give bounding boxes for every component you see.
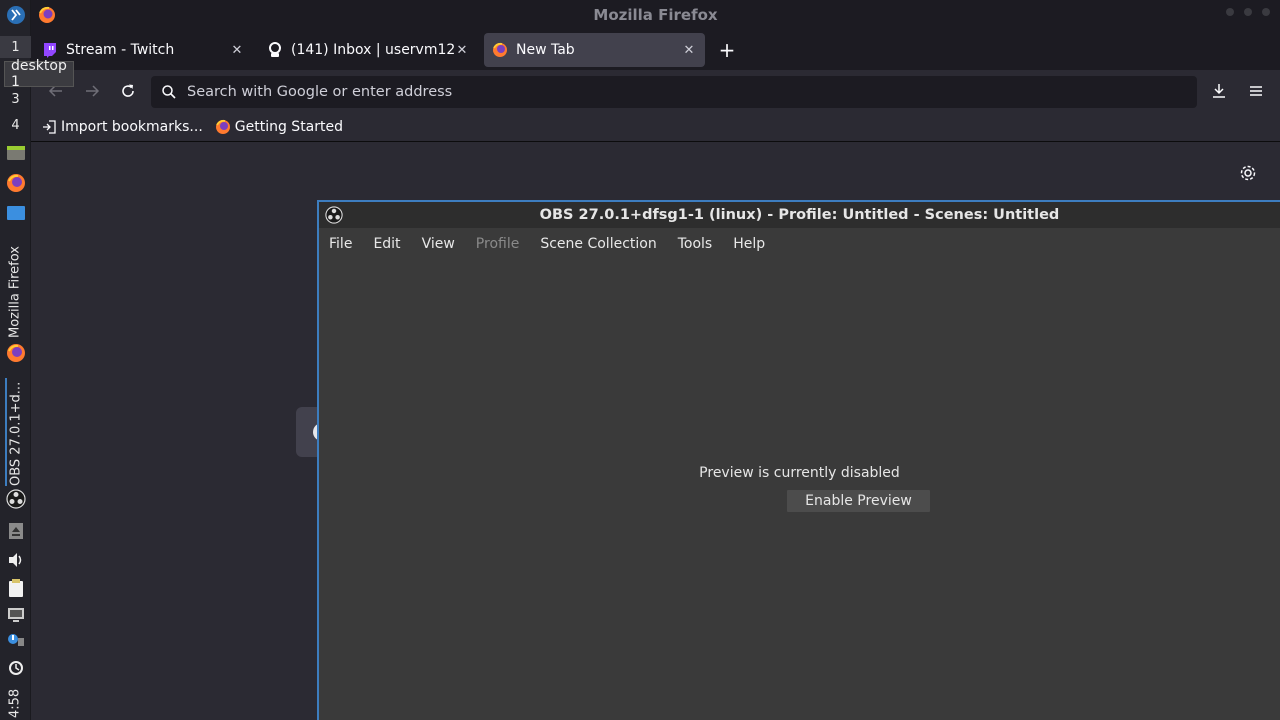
hamburger-menu-icon <box>1250 86 1262 96</box>
reload-button[interactable] <box>116 79 140 103</box>
menu-tools[interactable]: Tools <box>678 236 713 252</box>
tab-title: (141) Inbox | uservm123 <box>291 42 454 58</box>
bookmark-getting-started[interactable]: Getting Started <box>215 119 343 135</box>
twitch-icon <box>42 42 58 58</box>
mail-icon <box>267 42 283 58</box>
obs-menubar: File Edit View Profile Scene Collection … <box>319 228 1280 260</box>
file-manager-icon[interactable] <box>0 141 31 165</box>
window-titlebar[interactable]: Mozilla Firefox <box>31 0 1280 30</box>
bookmark-label: Getting Started <box>234 118 344 135</box>
eject-icon[interactable] <box>0 519 31 543</box>
bookmark-label: Import bookmarks... <box>61 118 203 135</box>
menu-view[interactable]: View <box>422 236 455 252</box>
network-icon[interactable] <box>0 603 31 627</box>
obs-titlebar[interactable]: OBS 27.0.1+dfsg1-1 (linux) - Profile: Un… <box>319 202 1280 228</box>
reload-icon <box>122 84 134 97</box>
firefox-icon <box>492 42 508 58</box>
obs-task-icon <box>0 487 31 511</box>
close-tab-icon[interactable]: ✕ <box>454 43 470 58</box>
tab-new-tab[interactable]: New Tab ✕ <box>484 33 705 67</box>
maximize-button[interactable] <box>1244 8 1252 16</box>
menu-scene-collection[interactable]: Scene Collection <box>540 236 656 252</box>
tab-strip: Stream - Twitch ✕ (141) Inbox | uservm12… <box>31 30 1280 70</box>
arrow-right-icon <box>86 85 100 97</box>
bookmark-import[interactable]: Import bookmarks... <box>41 119 203 135</box>
firefox-icon <box>215 119 231 135</box>
address-bar[interactable] <box>151 76 1197 108</box>
window-controls <box>1226 8 1270 16</box>
notification-icon[interactable] <box>0 628 31 652</box>
preview-disabled-message: Preview is currently disabled <box>699 465 900 481</box>
import-icon <box>41 119 57 135</box>
app-menu-button[interactable] <box>1244 79 1268 103</box>
task-firefox[interactable]: Mozilla Firefox <box>5 238 25 338</box>
address-input[interactable] <box>187 84 1087 100</box>
close-window-button[interactable] <box>1262 8 1270 16</box>
downloads-button[interactable] <box>1207 79 1231 103</box>
close-tab-icon[interactable]: ✕ <box>681 43 697 58</box>
enable-preview-button[interactable]: Enable Preview <box>786 489 931 513</box>
close-tab-icon[interactable]: ✕ <box>229 43 245 58</box>
obs-preview-area: Preview is currently disabled Enable Pre… <box>319 260 1280 720</box>
obs-logo-icon <box>325 206 343 228</box>
volume-icon[interactable] <box>0 548 31 572</box>
desktop: 1 3 4 desktop 1 Mozilla Firefox OBS 27.0… <box>0 0 1280 720</box>
bookmarks-toolbar: Import bookmarks... Getting Started <box>31 112 1280 142</box>
tab-inbox[interactable]: (141) Inbox | uservm123 ✕ <box>259 33 478 67</box>
kde-menu-icon[interactable] <box>0 3 31 27</box>
clipboard-icon[interactable] <box>0 576 31 600</box>
menu-help[interactable]: Help <box>733 236 765 252</box>
obs-window: OBS 27.0.1+dfsg1-1 (linux) - Profile: Un… <box>317 200 1280 720</box>
download-icon <box>1213 84 1225 98</box>
minimize-button[interactable] <box>1226 8 1234 16</box>
desktop-switch-4[interactable]: 4 <box>0 114 31 136</box>
tab-title: New Tab <box>516 42 575 58</box>
updates-icon[interactable] <box>0 656 31 680</box>
menu-file[interactable]: File <box>329 236 352 252</box>
obs-window-title: OBS 27.0.1+dfsg1-1 (linux) - Profile: Un… <box>539 207 1060 223</box>
gear-icon[interactable] <box>1238 163 1258 183</box>
taskbar: 1 3 4 desktop 1 Mozilla Firefox OBS 27.0… <box>0 0 74 720</box>
menu-profile[interactable]: Profile <box>476 236 520 252</box>
desktop-show-icon[interactable] <box>0 201 31 225</box>
desktop-switch-1[interactable]: 1 <box>0 36 31 58</box>
forward-button[interactable] <box>80 79 104 103</box>
nav-toolbar <box>31 70 1280 112</box>
firefox-window-icon <box>37 5 57 29</box>
new-tab-button[interactable]: + <box>715 38 739 62</box>
desktop-tooltip: desktop 1 <box>4 58 74 90</box>
plus-icon: + <box>718 38 736 62</box>
task-obs[interactable]: OBS 27.0.1+d... <box>5 378 25 486</box>
firefox-launcher-icon[interactable] <box>0 171 31 195</box>
desktop-switch-3[interactable]: 3 <box>0 88 31 110</box>
window-title: Mozilla Firefox <box>593 6 718 24</box>
search-icon <box>151 84 187 100</box>
menu-edit[interactable]: Edit <box>373 236 400 252</box>
clock[interactable]: 4:58 <box>5 682 25 718</box>
tab-title: Stream - Twitch <box>66 42 175 58</box>
firefox-task-icon <box>0 341 31 365</box>
